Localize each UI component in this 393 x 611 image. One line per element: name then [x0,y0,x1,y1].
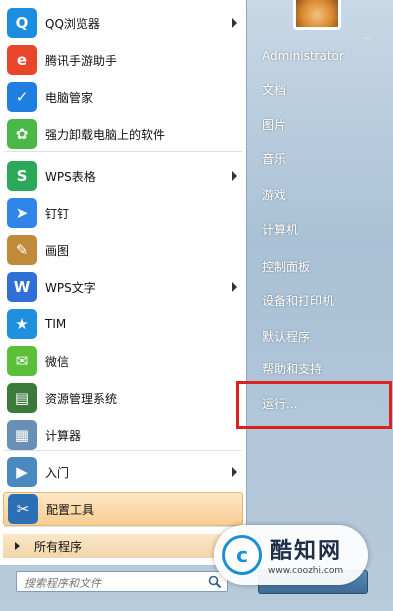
program-item[interactable]: ★ TIM [3,307,243,341]
paint-palette-icon: ✎ [7,235,37,265]
system-link[interactable]: 帮助和支持 [256,357,384,381]
wps-spreadsheet-icon: S [7,161,37,191]
highlight-box [236,381,392,429]
system-link[interactable]: 音乐 [256,147,384,171]
arrow-right-icon [15,542,20,550]
search-input[interactable] [17,574,204,593]
all-programs-label: 所有程序 [34,539,83,554]
user-avatar[interactable] [293,0,341,30]
program-item-label: 画图 [45,243,70,258]
program-item-label: 钉钉 [45,206,70,221]
program-item[interactable]: ✿ 强力卸载电脑上的软件 [3,117,243,151]
program-item[interactable]: ➤ 钉钉 [3,196,243,230]
program-item[interactable]: S WPS表格 [3,159,243,193]
program-item-label: 强力卸载电脑上的软件 [45,127,166,142]
resource-manager-icon: ▤ [7,383,37,413]
program-item-label: 微信 [45,354,70,369]
wps-writer-icon: W [7,272,37,302]
qq-browser-icon: Q [7,8,37,38]
programs-panel: Q QQ浏览器 e 腾讯手游助手 ✓ 电脑管家 ✿ 强力卸载电脑上的软件 S WPS表格 ➤ 钉钉 ✎ 画… [0,0,247,565]
program-item-label: 腾讯手游助手 [45,53,118,68]
program-item-label: QQ浏览器 [45,16,100,31]
program-item[interactable]: ▶ 入门 [3,455,243,489]
system-link[interactable]: 控制面板 [256,255,384,279]
user-name-link[interactable]: Administrator [256,44,384,68]
submenu-arrow-icon [232,467,237,477]
program-item[interactable]: ✂ 配置工具 [3,492,243,526]
uninstall-flower-icon: ✿ [7,119,37,149]
all-programs-button[interactable]: 所有程序 [3,534,243,558]
program-item-label: WPS文字 [45,280,96,295]
getting-started-icon: ▶ [7,457,37,487]
start-menu: ー Q QQ浏览器 e 腾讯手游助手 ✓ 电脑管家 ✿ 强力卸载电脑上的软件 S WPS表格 ➤ 钉钉… [0,0,393,611]
system-link[interactable]: 文档 [256,78,384,102]
program-item-label: 计算器 [45,428,82,443]
separator [4,151,242,152]
submenu-arrow-icon [232,171,237,181]
submenu-arrow-icon [232,18,237,28]
program-item[interactable]: ✎ 画图 [3,233,243,267]
system-link[interactable]: 默认程序 [256,325,384,349]
config-wrench-icon: ✂ [8,494,38,524]
system-link[interactable]: 计算机 [256,218,384,242]
search-box[interactable] [16,571,228,593]
submenu-arrow-icon [232,282,237,292]
program-item-label: WPS表格 [45,169,96,184]
program-item-label: 电脑管家 [45,90,94,105]
calculator-icon: ▦ [7,420,37,450]
watermark-url: www.coozhi.com [268,566,344,576]
pc-manager-shield-icon: ✓ [7,82,37,112]
program-item-label: 资源管理系统 [45,391,118,406]
system-link[interactable]: 图片 [256,113,384,137]
tim-star-icon: ★ [7,309,37,339]
program-item[interactable]: Q QQ浏览器 [3,6,243,40]
watermark-title: 酷知网 [270,539,343,564]
program-item[interactable]: ▦ 计算器 [3,418,243,452]
program-item[interactable]: ▤ 资源管理系统 [3,381,243,415]
system-link[interactable]: 游戏 [256,183,384,207]
dingtalk-icon: ➤ [7,198,37,228]
separator [4,450,242,451]
program-item[interactable]: ✓ 电脑管家 [3,80,243,114]
program-item[interactable]: e 腾讯手游助手 [3,43,243,77]
program-item-label: 配置工具 [46,502,95,517]
program-item[interactable]: ✉ 微信 [3,344,243,378]
watermark-logo-mark: c [222,535,262,575]
watermark-logo: c 酷知网 www.coozhi.com [214,525,368,585]
separator [4,526,242,527]
tencent-game-assistant-icon: e [7,45,37,75]
wechat-icon: ✉ [7,346,37,376]
system-link[interactable]: 设备和打印机 [256,289,384,313]
search-icon[interactable] [208,575,222,589]
program-item-label: TIM [45,317,67,331]
program-item[interactable]: W WPS文字 [3,270,243,304]
program-item-label: 入门 [45,465,70,480]
